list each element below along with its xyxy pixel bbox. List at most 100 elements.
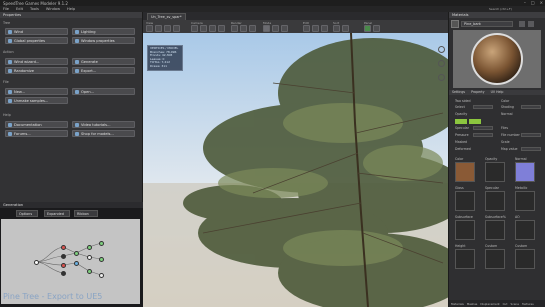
tab-materials[interactable]: Materials: [451, 302, 464, 306]
texture-slot[interactable]: [455, 162, 475, 182]
tool-button[interactable]: [333, 25, 340, 32]
value-field[interactable]: [473, 105, 493, 109]
tool-button[interactable]: [146, 25, 153, 32]
global-properties-button[interactable]: Global properties: [5, 37, 68, 44]
tool-button[interactable]: [164, 25, 171, 32]
viewport[interactable]: Un_Tree_sv_spar* View Camera Render Mode…: [143, 12, 448, 307]
tool-button[interactable]: [303, 25, 310, 32]
pan-icon[interactable]: [438, 60, 445, 67]
tool-button[interactable]: [364, 25, 371, 32]
tab-ribbon[interactable]: Ribbon: [74, 210, 98, 217]
close-icon[interactable]: ×: [540, 0, 543, 5]
generate-button[interactable]: Generate: [72, 58, 135, 65]
wind-button[interactable]: Wind: [5, 28, 68, 35]
texture-slot[interactable]: [455, 191, 475, 211]
tool-button[interactable]: [272, 25, 279, 32]
color-swatch[interactable]: [455, 119, 467, 124]
tab-expanded[interactable]: Expanded: [44, 210, 70, 217]
documentation-button[interactable]: Documentation: [5, 121, 68, 128]
tool-button[interactable]: [240, 25, 247, 32]
tab-cut[interactable]: Cut: [503, 302, 508, 306]
tab-displacement[interactable]: Displacement: [480, 302, 499, 306]
tab-uv-help[interactable]: UV Help: [491, 90, 504, 95]
export-button[interactable]: Export...: [72, 67, 135, 74]
orbit-icon[interactable]: [438, 46, 445, 53]
graph-node[interactable]: [99, 241, 104, 246]
open-label: Open...: [81, 89, 95, 94]
root-node[interactable]: [34, 260, 39, 265]
forums-button[interactable]: Forums...: [5, 130, 68, 137]
texture-slot[interactable]: [485, 191, 505, 211]
graph-node[interactable]: [87, 255, 92, 260]
tool-button[interactable]: [231, 25, 238, 32]
graph-node[interactable]: [99, 273, 104, 278]
tool-button[interactable]: [249, 25, 256, 32]
delete-icon[interactable]: [528, 21, 534, 27]
color-swatch[interactable]: [469, 119, 481, 124]
tab-settings[interactable]: Settings: [452, 90, 465, 95]
window-controls: – □ ×: [524, 0, 543, 5]
new-button[interactable]: New...: [5, 88, 68, 95]
unmake-samples-button[interactable]: Unmake samples...: [5, 97, 68, 104]
tool-button[interactable]: [342, 25, 349, 32]
tool-button[interactable]: [155, 25, 162, 32]
value-field[interactable]: [521, 105, 541, 109]
tool-button[interactable]: [263, 25, 270, 32]
menu-file[interactable]: File: [3, 7, 9, 11]
menu-edit[interactable]: Edit: [16, 7, 23, 11]
window-properties-button[interactable]: Window properties: [72, 37, 135, 44]
video-tutorials-button[interactable]: Video tutorials...: [72, 121, 135, 128]
tab-scene[interactable]: Scene: [510, 302, 519, 306]
tab-options[interactable]: Options: [16, 210, 38, 217]
graph-node[interactable]: [61, 254, 66, 259]
value-field[interactable]: [521, 147, 541, 151]
texture-slot[interactable]: [515, 191, 535, 211]
texture-slot[interactable]: [485, 162, 505, 182]
value-field[interactable]: [473, 133, 493, 137]
tool-button[interactable]: [218, 25, 225, 32]
tool-button[interactable]: [200, 25, 207, 32]
graph-node[interactable]: [87, 245, 92, 250]
tool-button[interactable]: [321, 25, 328, 32]
lighting-button[interactable]: Lighting: [72, 28, 135, 35]
section-help: Help: [3, 113, 11, 117]
tool-button[interactable]: [191, 25, 198, 32]
texture-slot[interactable]: [485, 249, 505, 269]
randomize-button[interactable]: Randomize: [5, 67, 68, 74]
menu-tools[interactable]: Tools: [30, 7, 39, 11]
graph-node[interactable]: [61, 263, 66, 268]
graph-node[interactable]: [87, 269, 92, 274]
tool-button[interactable]: [281, 25, 288, 32]
maximize-icon[interactable]: □: [531, 0, 535, 5]
tool-button[interactable]: [173, 25, 180, 32]
texture-slot[interactable]: [455, 220, 475, 240]
texture-slot[interactable]: [515, 249, 535, 269]
graph-node[interactable]: [99, 257, 104, 262]
shop-models-button[interactable]: Shop for models...: [72, 130, 135, 137]
menu-window[interactable]: Window: [46, 7, 60, 11]
graph-node[interactable]: [61, 271, 66, 276]
open-button[interactable]: Open...: [72, 88, 135, 95]
texture-slot[interactable]: [515, 220, 535, 240]
graph-node[interactable]: [74, 251, 79, 256]
graph-node[interactable]: [61, 245, 66, 250]
texture-slot[interactable]: [455, 249, 475, 269]
value-field[interactable]: [473, 126, 493, 130]
tool-button[interactable]: [312, 25, 319, 32]
tab-property[interactable]: Property: [471, 90, 485, 95]
texture-slot[interactable]: [515, 162, 535, 182]
value-field[interactable]: [521, 133, 541, 137]
tab-textures[interactable]: Textures: [522, 302, 534, 306]
material-thumb[interactable]: [451, 20, 459, 28]
tool-button[interactable]: [209, 25, 216, 32]
texture-slot[interactable]: [485, 220, 505, 240]
tool-button[interactable]: [373, 25, 380, 32]
zoom-icon[interactable]: [438, 74, 445, 81]
wind-wizard-button[interactable]: Wind wizard...: [5, 58, 68, 65]
add-icon[interactable]: [519, 21, 525, 27]
graph-node[interactable]: [74, 261, 79, 266]
menu-help[interactable]: Help: [67, 7, 75, 11]
tab-scene[interactable]: Un_Tree_sv_spar*: [147, 13, 186, 20]
tab-meshes[interactable]: Meshes: [467, 302, 478, 306]
minimize-icon[interactable]: –: [524, 0, 526, 5]
